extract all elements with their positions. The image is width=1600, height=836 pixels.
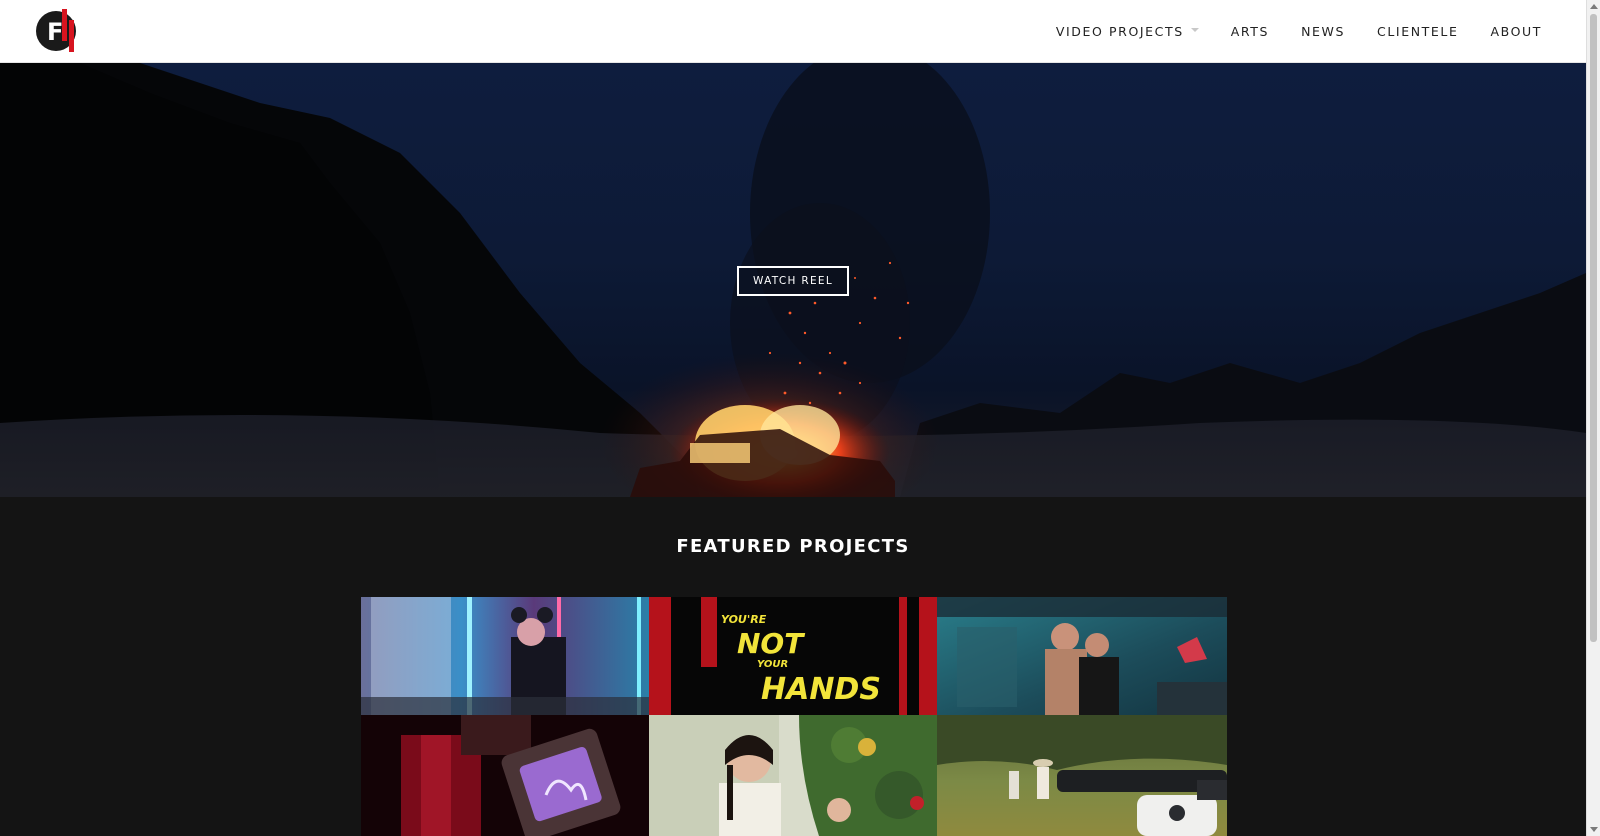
project-image: [361, 597, 649, 715]
nav-news[interactable]: NEWS: [1285, 0, 1361, 63]
scroll-up-arrow-icon[interactable]: [1590, 4, 1598, 9]
nav-news-label: NEWS: [1301, 24, 1346, 39]
watch-reel-button[interactable]: WATCH REEL: [737, 266, 849, 296]
project-thumbnail[interactable]: [361, 715, 649, 836]
logo-letter: F: [47, 18, 63, 46]
site-logo[interactable]: F: [35, 8, 81, 54]
nav-clientele-label: CLIENTELE: [1377, 24, 1459, 39]
page-scrollbar[interactable]: [1586, 0, 1600, 836]
logo-icon: F: [36, 9, 76, 52]
nav-arts[interactable]: ARTS: [1215, 0, 1285, 63]
project-thumbnail[interactable]: [937, 597, 1227, 715]
scrollbar-thumb[interactable]: [1590, 14, 1597, 642]
project-image: [649, 715, 937, 836]
nav-about-label: ABOUT: [1490, 24, 1542, 39]
chevron-down-icon: [1190, 27, 1199, 32]
tile-text-line4: HANDS: [761, 672, 881, 707]
featured-projects-grid: YOU'RE NOT YOUR HANDS: [361, 597, 1227, 836]
scroll-down-arrow-icon[interactable]: [1590, 827, 1598, 832]
project-image: [361, 715, 649, 836]
project-image: [937, 715, 1227, 836]
project-thumbnail[interactable]: [937, 715, 1227, 836]
hero-banner: WATCH REEL: [0, 63, 1586, 497]
project-thumbnail[interactable]: [649, 715, 937, 836]
nav-arts-label: ARTS: [1230, 24, 1270, 39]
project-thumbnail[interactable]: [361, 597, 649, 715]
tile-text-line3: YOUR: [757, 659, 788, 670]
project-thumbnail[interactable]: YOU'RE NOT YOUR HANDS: [649, 597, 937, 715]
featured-projects-heading: FEATURED PROJECTS: [676, 536, 910, 557]
main-nav: VIDEO PROJECTS ARTS NEWS CLIENTELE ABOUT: [1040, 0, 1558, 63]
project-image: YOU'RE NOT YOUR HANDS: [649, 597, 937, 715]
tile-text-line2: NOT: [737, 627, 805, 660]
nav-video-projects[interactable]: VIDEO PROJECTS: [1040, 0, 1215, 63]
nav-about[interactable]: ABOUT: [1474, 0, 1558, 63]
project-image: [937, 597, 1227, 715]
tile-text-line1: YOU'RE: [721, 613, 767, 626]
site-header: F VIDEO PROJECTS ARTS NEWS CLIENTELE ABO…: [0, 0, 1586, 63]
nav-clientele[interactable]: CLIENTELE: [1361, 0, 1474, 63]
nav-video-projects-label: VIDEO PROJECTS: [1055, 24, 1184, 39]
